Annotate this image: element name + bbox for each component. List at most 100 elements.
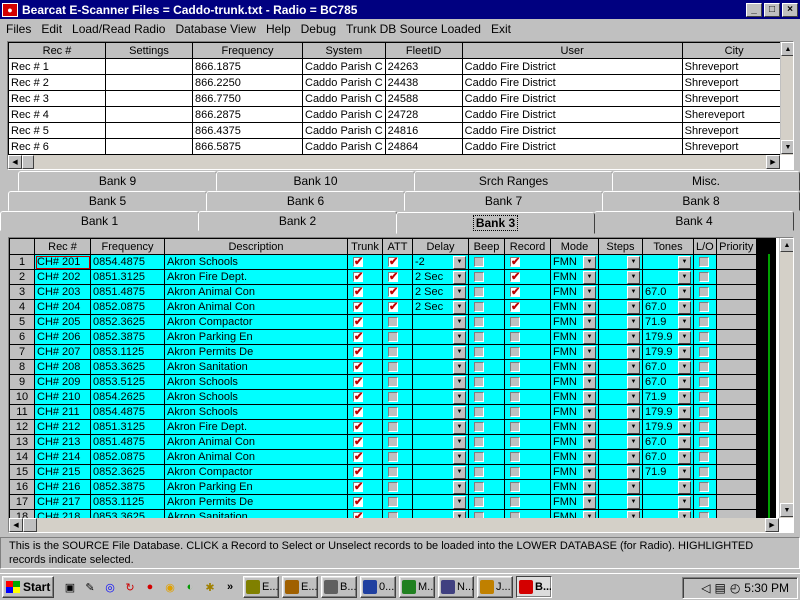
description-cell[interactable]: Akron Fire Dept. (164, 419, 348, 435)
priority-cell[interactable] (715, 299, 757, 315)
priority-cell[interactable] (715, 449, 757, 465)
att-checkbox[interactable] (388, 482, 398, 493)
steps-select[interactable]: ▼ (601, 330, 640, 344)
upper-horizontal-scrollbar[interactable]: ◀ ▶ (8, 155, 780, 169)
tab-bank-3[interactable]: Bank 3 (396, 212, 595, 234)
att-checkbox[interactable] (388, 362, 398, 373)
record-checkbox[interactable] (510, 437, 520, 448)
column-header-frequency[interactable]: Frequency (90, 238, 165, 255)
table-cell[interactable]: Rec # 3 (8, 90, 106, 107)
column-header-priority[interactable]: Priority (715, 238, 757, 255)
beep-checkbox[interactable] (474, 317, 484, 328)
tones-select[interactable]: 179.9 ▼ (645, 330, 691, 344)
att-checkbox[interactable] (388, 467, 398, 478)
column-header-mode[interactable]: Mode (550, 238, 599, 255)
tones-select[interactable]: 179.9 ▼ (645, 420, 691, 434)
chevron-down-icon[interactable]: ▼ (678, 375, 691, 389)
chevron-down-icon[interactable]: ▼ (678, 495, 691, 509)
trunk-checkbox[interactable]: ✔ (353, 332, 363, 343)
menu-item-trunk-db-source-loaded[interactable]: Trunk DB Source Loaded (340, 22, 485, 36)
tones-select[interactable]: ▼ (645, 270, 691, 284)
frequency-cell[interactable]: 0851.4875 (90, 284, 165, 300)
lockout-checkbox[interactable] (699, 287, 709, 298)
delay-select[interactable]: 2 Sec ▼ (415, 300, 466, 314)
priority-cell[interactable] (715, 269, 757, 285)
frequency-cell[interactable]: 0853.1125 (90, 494, 165, 510)
frequency-cell[interactable]: 0853.5125 (90, 374, 165, 390)
column-header-record[interactable]: Record (504, 238, 551, 255)
rec-cell[interactable]: CH# 208 (34, 359, 91, 375)
mode-select[interactable]: FMN ▼ (553, 330, 596, 344)
steps-select[interactable]: ▼ (601, 435, 640, 449)
delay-select[interactable]: ▼ (415, 465, 466, 479)
chevron-down-icon[interactable]: ▼ (627, 435, 640, 449)
rec-cell[interactable]: CH# 214 (34, 449, 91, 465)
steps-select[interactable]: ▼ (601, 270, 640, 284)
chevron-down-icon[interactable]: ▼ (627, 300, 640, 314)
rec-cell[interactable]: CH# 205 (34, 314, 91, 330)
description-cell[interactable]: Akron Parking En (164, 329, 348, 345)
att-checkbox[interactable] (388, 497, 398, 508)
chevron-down-icon[interactable]: ▼ (583, 435, 596, 449)
column-header-steps[interactable]: Steps (598, 238, 643, 255)
delay-select[interactable]: ▼ (415, 375, 466, 389)
chevron-down-icon[interactable]: ▼ (678, 405, 691, 419)
chevron-down-icon[interactable]: ▼ (678, 345, 691, 359)
bearcat-icon[interactable]: ● (142, 579, 158, 595)
table-cell[interactable]: Caddo Parish C (302, 58, 386, 75)
network-icon[interactable]: ▤ (714, 581, 725, 595)
frequency-cell[interactable]: 0853.1125 (90, 344, 165, 360)
chevron-down-icon[interactable]: ▼ (678, 285, 691, 299)
beep-checkbox[interactable] (474, 482, 484, 493)
frequency-cell[interactable]: 0853.3625 (90, 359, 165, 375)
record-checkbox[interactable] (510, 407, 520, 418)
mode-select[interactable]: FMN ▼ (553, 375, 596, 389)
lockout-checkbox[interactable] (699, 272, 709, 283)
table-row[interactable]: 8 CH# 208 0853.3625 Akron Sanitation ✔ ▼ FMN ▼ ▼… (9, 359, 776, 375)
chevron-down-icon[interactable]: ▼ (627, 330, 640, 344)
delay-select[interactable]: ▼ (415, 345, 466, 359)
chevron-down-icon[interactable]: ▼ (453, 315, 466, 329)
table-cell[interactable]: Caddo Fire District (461, 122, 683, 139)
table-cell[interactable]: Caddo Parish C (302, 74, 386, 91)
delay-select[interactable]: -2 ▼ (415, 255, 466, 269)
browser-icon[interactable]: ◎ (102, 579, 118, 595)
tones-select[interactable]: 67.0 ▼ (645, 375, 691, 389)
trunk-checkbox[interactable]: ✔ (353, 317, 363, 328)
table-cell[interactable]: Caddo Fire District (461, 90, 683, 107)
beep-checkbox[interactable] (474, 332, 484, 343)
table-cell[interactable]: Caddo Fire District (461, 106, 683, 123)
chevron-down-icon[interactable]: ▼ (453, 300, 466, 314)
scroll-right-icon[interactable]: ▶ (766, 155, 780, 169)
steps-select[interactable]: ▼ (601, 315, 640, 329)
beep-checkbox[interactable] (474, 437, 484, 448)
chevron-down-icon[interactable]: ▼ (627, 450, 640, 464)
table-cell[interactable]: 24263 (384, 58, 463, 75)
chevron-down-icon[interactable]: ▼ (627, 270, 640, 284)
table-cell[interactable]: 866.2250 (192, 74, 303, 91)
description-cell[interactable]: Akron Sanitation (164, 359, 348, 375)
delay-select[interactable]: 2 Sec ▼ (415, 285, 466, 299)
beep-checkbox[interactable] (474, 422, 484, 433)
record-checkbox[interactable] (510, 392, 520, 403)
speaker-icon[interactable]: ◁ (701, 581, 710, 595)
trunk-checkbox[interactable]: ✔ (353, 347, 363, 358)
table-cell[interactable] (105, 106, 193, 123)
chevron-down-icon[interactable]: ▼ (583, 270, 596, 284)
description-cell[interactable]: Akron Compactor (164, 314, 348, 330)
table-cell[interactable]: 24864 (384, 138, 463, 155)
frequency-cell[interactable]: 0854.4875 (90, 254, 165, 270)
record-checkbox[interactable]: ✔ (510, 287, 520, 298)
bearcat-app-icon[interactable]: ● (2, 2, 18, 17)
frequency-cell[interactable]: 0852.3875 (90, 479, 165, 495)
table-row[interactable]: 11 CH# 211 0854.4875 Akron Schools ✔ ▼ FMN ▼ ▼ 17… (9, 404, 776, 420)
chevron-down-icon[interactable]: ▼ (583, 375, 596, 389)
record-checkbox[interactable] (510, 482, 520, 493)
trunk-checkbox[interactable]: ✔ (353, 467, 363, 478)
priority-cell[interactable] (715, 389, 757, 405)
table-cell[interactable]: Shreveport (681, 58, 787, 75)
steps-select[interactable]: ▼ (601, 495, 640, 509)
table-row[interactable]: 3 CH# 203 0851.4875 Akron Animal Con ✔ ✔ 2 Sec… (9, 284, 776, 300)
chevron-down-icon[interactable]: ▼ (627, 405, 640, 419)
record-checkbox[interactable] (510, 332, 520, 343)
